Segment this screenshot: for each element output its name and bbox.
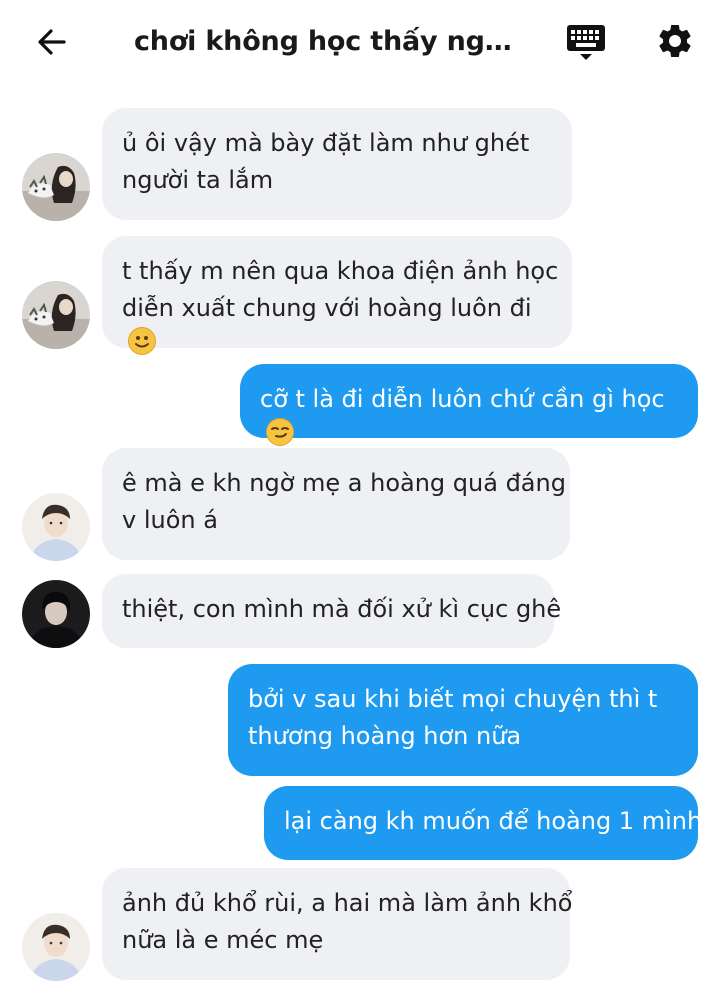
- back-button[interactable]: [30, 20, 74, 64]
- keyboard-icon: [567, 25, 605, 60]
- message-line-with-emoji: diễn xuất chung với hoàng luôn đi: [122, 290, 552, 355]
- sender-avatar[interactable]: [22, 153, 90, 221]
- message-line: thiệt, con mình mà đối xử kì cục ghê: [122, 595, 562, 623]
- message-line: ảnh đủ khổ rùi, a hai mà làm ảnh khổ: [122, 889, 573, 917]
- message-line: v luôn á: [122, 506, 218, 534]
- message-text: diễn xuất chung với hoàng luôn đi: [122, 294, 532, 322]
- message-bubble-incoming[interactable]: ảnh đủ khổ rùi, a hai mà làm ảnh khổ nữa…: [102, 868, 573, 980]
- message-bubble-incoming[interactable]: t thấy m nên qua khoa điện ảnh học diễn …: [102, 236, 572, 355]
- avatar-girl-cat: [22, 153, 90, 221]
- message-bubble-outgoing[interactable]: cỡ t là đi diễn luôn chứ cần gì học: [240, 364, 698, 446]
- message-row: cỡ t là đi diễn luôn chứ cần gì học: [0, 364, 720, 446]
- avatar-boy-hoodie: [22, 493, 90, 561]
- message-list[interactable]: ủ ôi vậy mà bày đặt làm như ghét người t…: [0, 88, 720, 992]
- message-line: bởi v sau khi biết mọi chuyện thì t: [248, 685, 658, 713]
- message-bubble-incoming[interactable]: thiệt, con mình mà đối xử kì cục ghê: [102, 574, 562, 648]
- chat-header: chơi không học thấy ngườ⋯: [0, 0, 720, 88]
- message-row: t thấy m nên qua khoa điện ảnh học diễn …: [0, 236, 720, 355]
- message-line: t thấy m nên qua khoa điện ảnh học: [122, 257, 559, 285]
- message-row: bởi v sau khi biết mọi chuyện thì t thươ…: [0, 664, 720, 776]
- message-bubble-outgoing[interactable]: bởi v sau khi biết mọi chuyện thì t thươ…: [228, 664, 698, 776]
- sender-avatar[interactable]: [22, 493, 90, 561]
- avatar-boy-dark: [22, 580, 90, 648]
- settings-button[interactable]: [652, 18, 698, 64]
- arrow-left-icon: [38, 29, 66, 55]
- slight-smile-emoji: [128, 327, 156, 355]
- sender-avatar[interactable]: [22, 580, 90, 648]
- message-bubble-incoming[interactable]: ủ ôi vậy mà bày đặt làm như ghét người t…: [102, 108, 572, 220]
- gear-icon: [659, 24, 691, 57]
- message-row: thiệt, con mình mà đối xử kì cục ghê: [0, 574, 720, 648]
- message-line: thương hoàng hơn nữa: [248, 722, 522, 750]
- message-line: ủ ôi vậy mà bày đặt làm như ghét: [122, 129, 530, 157]
- message-line: nữa là e méc mẹ: [122, 926, 324, 954]
- message-row: lại càng kh muốn để hoàng 1 mình: [0, 786, 720, 860]
- message-line: lại càng kh muốn để hoàng 1 mình: [284, 807, 703, 835]
- avatar-girl-cat: [22, 281, 90, 349]
- sender-avatar[interactable]: [22, 281, 90, 349]
- message-text: cỡ t là đi diễn luôn chứ cần gì học: [260, 385, 665, 413]
- message-row: ủ ôi vậy mà bày đặt làm như ghét người t…: [0, 108, 720, 221]
- message-line-with-emoji: cỡ t là đi diễn luôn chứ cần gì học: [260, 381, 678, 446]
- sender-avatar[interactable]: [22, 913, 90, 981]
- keyboard-button[interactable]: [562, 20, 610, 66]
- message-bubble-outgoing[interactable]: lại càng kh muốn để hoàng 1 mình: [264, 786, 703, 860]
- message-row: ảnh đủ khổ rùi, a hai mà làm ảnh khổ nữa…: [0, 868, 720, 981]
- conversation-title[interactable]: chơi không học thấy ngườ⋯: [134, 22, 518, 62]
- message-bubble-incoming[interactable]: ê mà e kh ngờ mẹ a hoàng quá đáng v luôn…: [102, 448, 570, 560]
- message-line: ê mà e kh ngờ mẹ a hoàng quá đáng: [122, 469, 566, 497]
- message-row: ê mà e kh ngờ mẹ a hoàng quá đáng v luôn…: [0, 448, 720, 561]
- smirk-emoji: [266, 418, 294, 446]
- message-line: người ta lắm: [122, 166, 274, 194]
- avatar-boy-hoodie: [22, 913, 90, 981]
